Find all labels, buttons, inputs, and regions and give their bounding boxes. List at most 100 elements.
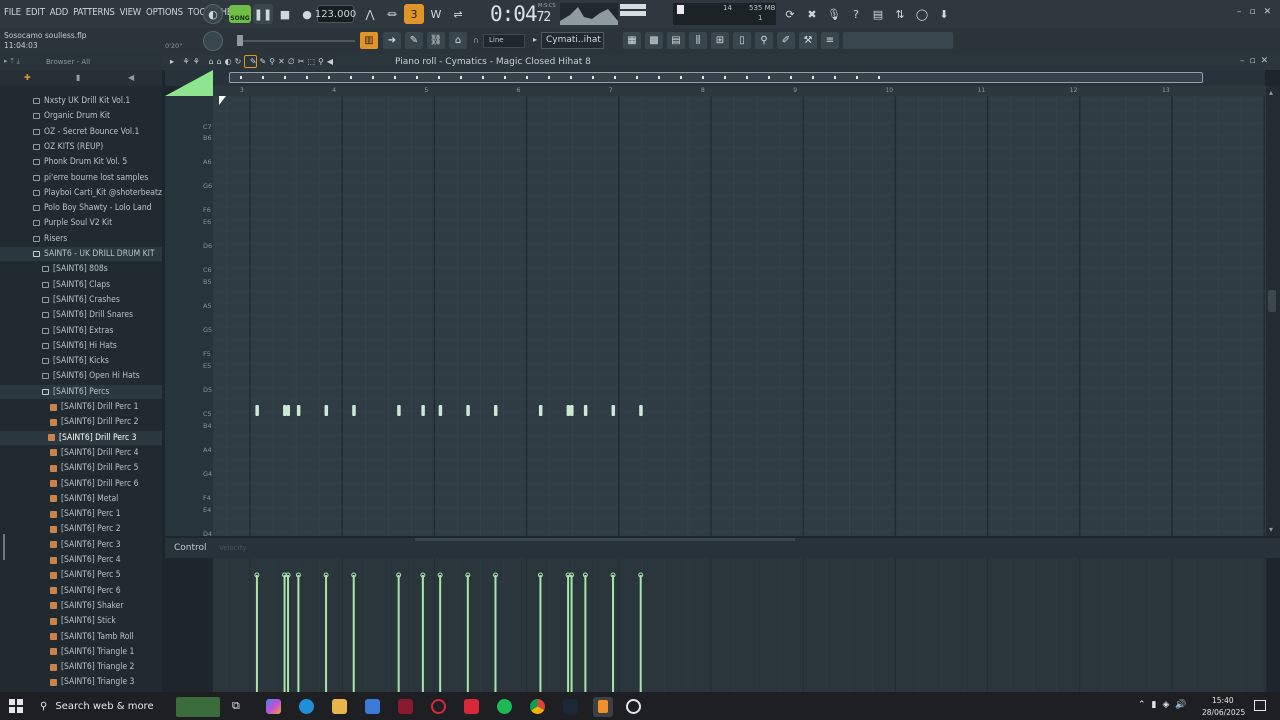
- browser-sample-item[interactable]: [SAINT6] Drill Perc 1: [50, 400, 138, 414]
- master-volume-handle[interactable]: [237, 35, 243, 46]
- tempo-display[interactable]: 123.000: [315, 5, 356, 23]
- metronome-icon[interactable]: ⋀: [360, 4, 380, 24]
- note[interactable]: [570, 405, 574, 416]
- step-seq-icon[interactable]: ▩: [645, 32, 663, 49]
- opera-icon[interactable]: [431, 699, 446, 714]
- refresh-icon[interactable]: ⟳: [780, 4, 800, 24]
- fl-studio-taskbar-icon[interactable]: [593, 697, 613, 717]
- vertical-scroll-thumb[interactable]: [1268, 290, 1276, 312]
- wait-input-icon[interactable]: ⏛: [382, 4, 402, 24]
- menu-file[interactable]: FILE: [4, 7, 21, 18]
- notes-icon[interactable]: ≡: [821, 32, 839, 49]
- browser-folder-item[interactable]: Purple Soul V2 Kit: [33, 216, 112, 230]
- note[interactable]: [538, 405, 543, 416]
- browser-nav-icon[interactable]: ▸⤒⤓: [4, 57, 23, 66]
- magnet-icon[interactable]: ∩: [473, 36, 479, 45]
- browser-speaker-icon[interactable]: ◀: [128, 73, 134, 82]
- scroll-up-icon[interactable]: ▴: [1269, 88, 1273, 97]
- draw-tool-icon[interactable]: [244, 55, 257, 68]
- piano-roll-icon[interactable]: ▥: [360, 32, 378, 49]
- snap-select[interactable]: Line: [483, 34, 525, 48]
- hint-knob-icon[interactable]: ◐: [203, 4, 223, 24]
- note[interactable]: [283, 405, 287, 416]
- song-mode-button[interactable]: SONG: [229, 5, 251, 23]
- menu-patterns[interactable]: PATTERNS: [73, 7, 115, 18]
- browser-sample-item[interactable]: [SAINT6] Drill Perc 5: [50, 461, 138, 475]
- stop-button[interactable]: ■: [275, 4, 295, 24]
- browser-folder-item[interactable]: Phonk Drum Kit Vol. 5: [33, 155, 127, 169]
- browser-folder-item[interactable]: [SAINT6] 808s: [42, 262, 108, 276]
- download-icon[interactable]: ⬇: [934, 4, 954, 24]
- browser-folder-item[interactable]: Nxsty UK Drill Kit Vol.1: [33, 94, 130, 108]
- mixer-icon[interactable]: ✖: [802, 4, 822, 24]
- note[interactable]: [352, 405, 356, 416]
- browser-folder-item[interactable]: OZ KITS (REUP): [33, 140, 103, 154]
- copilot-icon[interactable]: [266, 699, 281, 714]
- browser-folder-item[interactable]: [SAINT6] Kicks: [42, 354, 109, 368]
- note[interactable]: [639, 405, 643, 416]
- step-edit-icon[interactable]: W: [426, 4, 446, 24]
- taskbar-clock-time[interactable]: 15:40: [1212, 696, 1234, 705]
- timeline-ruler[interactable]: 3 4 5 6 7 8 9 10 11 12 13: [213, 86, 1266, 96]
- pause-button[interactable]: ❚❚: [253, 4, 273, 24]
- browser-sample-item[interactable]: [SAINT6] Drill Perc 6: [50, 477, 138, 491]
- note[interactable]: [611, 405, 616, 416]
- save-icon[interactable]: ▤: [868, 4, 888, 24]
- menu-options[interactable]: OPTIONS: [146, 7, 183, 18]
- pattern-arrow-icon[interactable]: ▸: [533, 35, 537, 44]
- note[interactable]: [438, 405, 443, 416]
- countdown-icon[interactable]: 3: [404, 4, 424, 24]
- brush-icon[interactable]: ✐: [777, 32, 795, 49]
- browser-folder-item[interactable]: pi'erre bourne lost samples: [33, 171, 148, 185]
- control-target[interactable]: Velocity: [219, 544, 246, 552]
- browser-sample-item[interactable]: [SAINT6] Perc 1: [50, 507, 121, 521]
- stamp-icon[interactable]: ⌂: [449, 32, 467, 49]
- browser-folder-item[interactable]: [SAINT6] Open Hi Hats: [42, 369, 140, 383]
- browser-file-icon[interactable]: ▮: [76, 73, 80, 82]
- piano-icon[interactable]: ▤: [667, 32, 685, 49]
- browser-sample-item[interactable]: [SAINT6] Perc 3: [50, 538, 121, 552]
- browser-sample-item[interactable]: [SAINT6] Triangle 1: [50, 645, 134, 659]
- browser-sample-item[interactable]: [SAINT6] Drill Perc 2: [50, 415, 138, 429]
- file-explorer-icon[interactable]: [332, 699, 347, 714]
- velocity-lane[interactable]: [213, 558, 1266, 692]
- store-icon[interactable]: [365, 699, 380, 714]
- browser-sample-item[interactable]: [SAINT6] Perc 2: [50, 522, 121, 536]
- browser-sample-item[interactable]: [SAINT6] Stick: [50, 614, 116, 628]
- browser-folder-item[interactable]: [SAINT6] Claps: [42, 278, 110, 292]
- pencil-icon[interactable]: ✎: [405, 32, 423, 49]
- spotify-icon[interactable]: [497, 699, 512, 714]
- browser-sample-item[interactable]: [SAINT6] Perc 4: [50, 553, 121, 567]
- browser-folder-item[interactable]: [SAINT6] Percs: [42, 385, 109, 399]
- playlist-icon[interactable]: ▦: [623, 32, 641, 49]
- browser-folder-item[interactable]: SAINT6 - UK DRILL DRUM KIT: [33, 247, 155, 261]
- pattern-select[interactable]: Cymati..ihat 8: [541, 32, 604, 49]
- system-tray-icons[interactable]: ⌃▮◈🔊: [1138, 700, 1193, 710]
- master-volume-slider[interactable]: [240, 40, 355, 42]
- browser-folder-item[interactable]: [SAINT6] Crashes: [42, 293, 120, 307]
- menu-edit[interactable]: EDIT: [26, 7, 45, 18]
- browser-sample-item[interactable]: [SAINT6] Triangle 2: [50, 660, 134, 674]
- blend-notes-icon[interactable]: ⇌: [448, 4, 468, 24]
- chrome-icon[interactable]: [530, 699, 545, 714]
- piano-roll-window-controls[interactable]: –▫✕: [1240, 56, 1273, 66]
- browser-icon[interactable]: ▯: [733, 32, 751, 49]
- song-overview-strip[interactable]: [229, 72, 1203, 83]
- mixer-view-icon[interactable]: ⫼: [689, 32, 707, 49]
- channel-rack-icon[interactable]: ⊞: [711, 32, 729, 49]
- taskbar-clock-date[interactable]: 28/06/2025: [1202, 708, 1245, 717]
- browser-sample-item[interactable]: [SAINT6] Metal: [50, 492, 118, 506]
- browser-folder-item[interactable]: OZ - Secret Bounce Vol.1: [33, 125, 139, 139]
- plugin-icon[interactable]: ⚲: [755, 32, 773, 49]
- note[interactable]: [296, 405, 301, 416]
- browser-scrollbar[interactable]: [3, 534, 5, 560]
- browser-folder-item[interactable]: Organic Drum Kit: [33, 109, 110, 123]
- master-pitch-knob-icon[interactable]: [203, 31, 223, 51]
- browser-sample-item[interactable]: [SAINT6] Drill Perc 3: [48, 431, 136, 445]
- arrow-icon[interactable]: ➜: [383, 32, 401, 49]
- menu-view[interactable]: VIEW: [120, 7, 142, 18]
- note[interactable]: [421, 405, 425, 416]
- steam-icon[interactable]: [563, 699, 578, 714]
- help-icon[interactable]: ?: [846, 4, 866, 24]
- note[interactable]: [566, 405, 571, 416]
